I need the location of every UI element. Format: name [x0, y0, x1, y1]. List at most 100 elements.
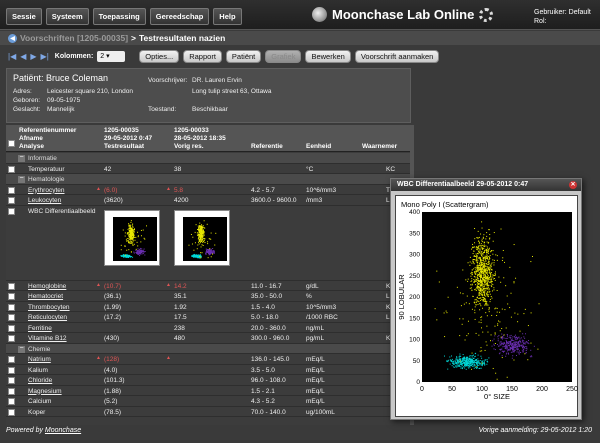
analysis-name[interactable]: Hemoglobine	[28, 283, 66, 290]
scatter-point	[138, 251, 140, 253]
patient-button[interactable]: Patiënt	[225, 49, 262, 63]
y-tick-label: 200	[409, 294, 420, 301]
header-col2-ref[interactable]: 1205-00033	[174, 127, 209, 135]
scatter-point	[490, 276, 492, 278]
row-checkbox[interactable]	[8, 356, 15, 363]
row-checkbox[interactable]	[8, 197, 15, 204]
row-checkbox[interactable]	[8, 293, 15, 300]
row-checkbox[interactable]	[8, 186, 15, 194]
menu-item-toepassing[interactable]: Toepassing	[92, 8, 146, 25]
create-prescription-button[interactable]: Voorschrift aanmaken	[354, 49, 440, 63]
graph-button[interactable]: Grafiek	[265, 49, 302, 63]
scatter-point	[460, 358, 462, 360]
scatter-point	[478, 321, 480, 323]
row-checkbox[interactable]	[8, 165, 15, 173]
collapse-icon[interactable]: −	[18, 154, 25, 162]
scatter-point	[494, 349, 496, 351]
popup-titlebar[interactable]: WBC Differentiaalbeeld 29-05-2012 0:47 ✕	[391, 179, 581, 191]
row-checkbox[interactable]	[8, 324, 15, 332]
scatter-point	[525, 346, 527, 348]
scatter-point	[143, 248, 145, 250]
menu-item-systeem[interactable]: Systeem	[45, 8, 89, 25]
analysis-name[interactable]: Chloride	[28, 377, 52, 384]
scatter-point	[476, 265, 478, 267]
scattergram-thumbnail-previous[interactable]	[174, 209, 230, 266]
scatter-point	[474, 355, 476, 357]
row-checkbox[interactable]	[8, 387, 15, 395]
scatter-point	[198, 226, 200, 228]
scatter-point	[488, 291, 490, 293]
row-checkbox[interactable]	[8, 377, 15, 384]
analysis-name[interactable]: Reticulocyten	[28, 314, 67, 321]
row-checkbox[interactable]	[8, 303, 15, 311]
menu-item-gereedschap[interactable]: Gereedschap	[149, 8, 210, 25]
scattergram-thumbnail-current[interactable]	[104, 209, 160, 266]
scatter-point	[486, 275, 488, 277]
scatter-point	[523, 348, 525, 350]
scatter-point	[487, 284, 489, 286]
scatter-point	[483, 273, 485, 275]
collapse-icon[interactable]: −	[18, 345, 25, 353]
analysis-name[interactable]: Natrium	[28, 356, 51, 363]
scatter-point	[494, 332, 496, 334]
edit-button[interactable]: Bewerken	[305, 49, 351, 63]
options-button[interactable]: Opties...	[139, 49, 180, 63]
scatter-point	[459, 318, 461, 320]
row-checkbox[interactable]	[8, 408, 15, 416]
scatter-point	[196, 247, 198, 249]
back-arrow-icon[interactable]: ◀	[8, 33, 17, 43]
scatter-point	[492, 253, 494, 255]
select-all-checkbox[interactable]	[8, 140, 15, 147]
scatter-point	[476, 258, 478, 260]
previous-value: 14.2	[174, 282, 187, 290]
analysis-name[interactable]: Vitamine B12	[28, 335, 67, 342]
prev-page-icon[interactable]: ◀	[20, 52, 26, 61]
row-checkbox[interactable]	[8, 366, 15, 374]
row-checkbox[interactable]	[8, 398, 15, 405]
next-page-icon[interactable]: ▶	[30, 52, 36, 61]
scatter-point	[133, 252, 135, 254]
close-icon[interactable]: ✕	[569, 181, 577, 189]
status-label: Toestand:	[148, 106, 177, 113]
last-page-icon[interactable]: ▶|	[41, 52, 49, 61]
row-checkbox[interactable]	[8, 207, 15, 215]
row-checkbox[interactable]	[8, 282, 15, 290]
scatter-point	[476, 255, 478, 257]
analysis-name[interactable]: Thrombocyten	[28, 304, 70, 311]
scatter-point	[445, 310, 447, 312]
scatter-point	[462, 354, 464, 356]
scatter-point	[478, 362, 480, 364]
analysis-name[interactable]: Erythrocyten	[28, 187, 65, 194]
scatter-point	[477, 364, 479, 366]
analysis-name[interactable]: Leukocyten	[28, 197, 61, 204]
collapse-icon[interactable]: −	[18, 175, 25, 183]
first-page-icon[interactable]: |◀	[8, 52, 16, 61]
scatter-point	[478, 292, 480, 294]
scatter-point	[493, 232, 495, 234]
scatter-point	[486, 232, 488, 234]
scatter-point	[476, 300, 478, 302]
row-checkbox[interactable]	[8, 335, 15, 342]
scatter-point	[203, 219, 205, 221]
menu-item-help[interactable]: Help	[213, 8, 242, 25]
columns-select[interactable]: 2 ▾	[97, 50, 126, 62]
scatter-point	[479, 294, 481, 296]
reference-range: 4.3 - 5.2	[251, 398, 275, 405]
row-checkbox[interactable]	[8, 314, 15, 321]
scatter-point	[198, 225, 200, 227]
header-col1-ref[interactable]: 1205-00035	[104, 127, 139, 135]
gender-label: Geslacht:	[13, 106, 41, 113]
scatter-point	[499, 330, 501, 332]
breadcrumb-prescriptions[interactable]: Voorschriften [1205-00035]	[20, 33, 128, 43]
table-row-wbc: WBC Differentiaalbeeld	[6, 206, 411, 281]
analysis-name[interactable]: Hematocriet	[28, 293, 63, 300]
scatter-point	[505, 346, 507, 348]
analysis-name[interactable]: Magnesium	[28, 388, 62, 395]
analysis-name[interactable]: Ferritine	[28, 325, 52, 332]
menu-item-sessie[interactable]: Sessie	[6, 8, 42, 25]
reference-range: 96.0 - 108.0	[251, 377, 286, 384]
footer-moonchase-link[interactable]: Moonchase	[45, 427, 81, 434]
scatter-point	[474, 284, 476, 286]
scatter-point	[201, 232, 203, 234]
report-button[interactable]: Rapport	[183, 49, 222, 63]
